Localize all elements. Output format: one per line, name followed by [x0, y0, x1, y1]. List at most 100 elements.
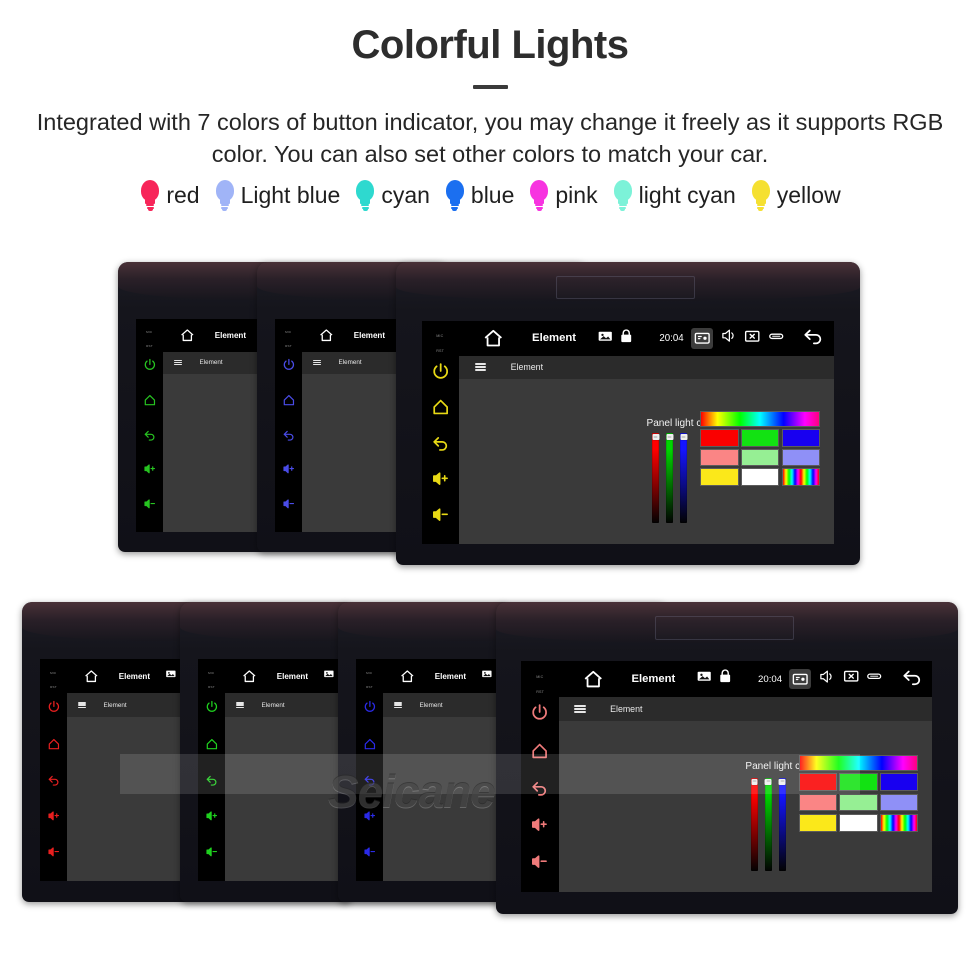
- red-slider[interactable]: [651, 433, 660, 524]
- spectrum-bar[interactable]: [700, 411, 821, 427]
- rainbow-swatch[interactable]: [879, 813, 919, 832]
- status-home-icon[interactable]: [400, 669, 415, 684]
- screenshot-icon[interactable]: [690, 328, 714, 349]
- slider-thumb[interactable]: [778, 778, 786, 785]
- home-key[interactable]: [143, 393, 157, 407]
- volume-up-key[interactable]: [431, 469, 450, 488]
- home-key[interactable]: [530, 741, 549, 760]
- legend-item-red: red: [139, 179, 200, 212]
- slider-thumb[interactable]: [751, 778, 758, 785]
- back-key[interactable]: [363, 773, 377, 787]
- home-key[interactable]: [47, 737, 61, 751]
- volume-up-key[interactable]: [143, 462, 157, 476]
- home-key[interactable]: [282, 393, 296, 407]
- salmon-swatch[interactable]: [700, 448, 739, 467]
- volume-up-key[interactable]: [47, 809, 61, 823]
- back-key[interactable]: [47, 773, 61, 787]
- volume-up-key[interactable]: [530, 815, 549, 834]
- green-swatch[interactable]: [839, 773, 878, 792]
- color-swatch-grid: [700, 411, 821, 488]
- red-slider[interactable]: [750, 777, 759, 871]
- recents-icon[interactable]: [866, 668, 882, 689]
- screenshot-icon[interactable]: [789, 668, 812, 690]
- slider-thumb[interactable]: [666, 434, 674, 440]
- power-key[interactable]: [205, 700, 219, 714]
- light-green-swatch[interactable]: [740, 448, 780, 467]
- power-key[interactable]: [431, 362, 450, 381]
- volume-down-key[interactable]: [431, 505, 450, 524]
- white-swatch[interactable]: [839, 813, 878, 832]
- periwinkle-swatch[interactable]: [879, 793, 919, 812]
- red-swatch[interactable]: [700, 429, 739, 447]
- slider-thumb[interactable]: [680, 434, 688, 440]
- hamburger-menu-icon[interactable]: [574, 705, 586, 713]
- rst-label: RST: [536, 689, 545, 695]
- periwinkle-swatch[interactable]: [781, 448, 821, 467]
- volume-down-key[interactable]: [282, 497, 296, 511]
- white-swatch[interactable]: [740, 468, 780, 486]
- spectrum-bar[interactable]: [798, 754, 919, 772]
- green-swatch[interactable]: [740, 429, 780, 447]
- status-home-icon[interactable]: [583, 669, 604, 690]
- status-home-icon[interactable]: [242, 669, 257, 684]
- hamburger-menu-icon[interactable]: [312, 360, 322, 366]
- status-title: Element: [631, 673, 676, 686]
- green-slider[interactable]: [665, 433, 674, 524]
- status-home-icon[interactable]: [483, 328, 504, 349]
- status-home-icon[interactable]: [319, 328, 334, 343]
- back-key[interactable]: [530, 778, 549, 797]
- home-key[interactable]: [363, 737, 377, 751]
- close-window-icon[interactable]: [843, 668, 859, 689]
- volume-up-key[interactable]: [282, 462, 296, 476]
- hamburger-menu-icon[interactable]: [474, 363, 487, 372]
- status-clock: 20:04: [659, 332, 684, 344]
- home-key[interactable]: [431, 397, 450, 416]
- power-key[interactable]: [363, 700, 377, 714]
- home-key[interactable]: [205, 737, 219, 751]
- volume-down-key[interactable]: [47, 845, 61, 859]
- hamburger-menu-icon[interactable]: [173, 360, 183, 366]
- power-key[interactable]: [143, 358, 157, 372]
- volume-down-key[interactable]: [363, 845, 377, 859]
- hamburger-menu-icon[interactable]: [393, 702, 403, 708]
- blue-swatch[interactable]: [879, 773, 919, 792]
- hamburger-menu-icon[interactable]: [235, 702, 245, 708]
- back-key[interactable]: [431, 433, 450, 452]
- status-home-icon[interactable]: [84, 669, 99, 684]
- back-key[interactable]: [205, 773, 219, 787]
- volume-icon[interactable]: [818, 668, 835, 690]
- close-window-icon[interactable]: [744, 328, 760, 349]
- volume-up-key[interactable]: [205, 809, 219, 823]
- rainbow-swatch[interactable]: [781, 468, 821, 486]
- blue-slider[interactable]: [778, 777, 787, 871]
- green-slider[interactable]: [764, 777, 773, 871]
- power-key[interactable]: [47, 700, 61, 714]
- back-key[interactable]: [143, 428, 157, 442]
- status-title: Element: [532, 332, 577, 345]
- slider-thumb[interactable]: [652, 434, 660, 440]
- rst-label: RST: [146, 343, 153, 348]
- volume-icon[interactable]: [720, 327, 737, 349]
- hamburger-menu-icon[interactable]: [77, 702, 87, 708]
- power-key[interactable]: [282, 358, 296, 372]
- volume-down-key[interactable]: [143, 497, 157, 511]
- power-key[interactable]: [530, 703, 549, 722]
- back-icon[interactable]: [901, 666, 923, 693]
- back-icon[interactable]: [802, 325, 824, 352]
- blue-swatch[interactable]: [781, 429, 821, 447]
- image-icon: [597, 328, 613, 349]
- volume-down-key[interactable]: [205, 845, 219, 859]
- yellow-swatch[interactable]: [700, 468, 739, 486]
- red-swatch[interactable]: [798, 773, 838, 792]
- volume-down-key[interactable]: [530, 852, 549, 871]
- recents-icon[interactable]: [768, 328, 784, 349]
- salmon-swatch[interactable]: [798, 793, 838, 812]
- bulb-icon: [750, 179, 772, 212]
- yellow-swatch[interactable]: [798, 813, 838, 832]
- light-green-swatch[interactable]: [839, 793, 878, 812]
- back-key[interactable]: [282, 428, 296, 442]
- volume-up-key[interactable]: [363, 809, 377, 823]
- slider-thumb[interactable]: [764, 778, 772, 785]
- blue-slider[interactable]: [679, 433, 688, 524]
- status-home-icon[interactable]: [180, 328, 195, 343]
